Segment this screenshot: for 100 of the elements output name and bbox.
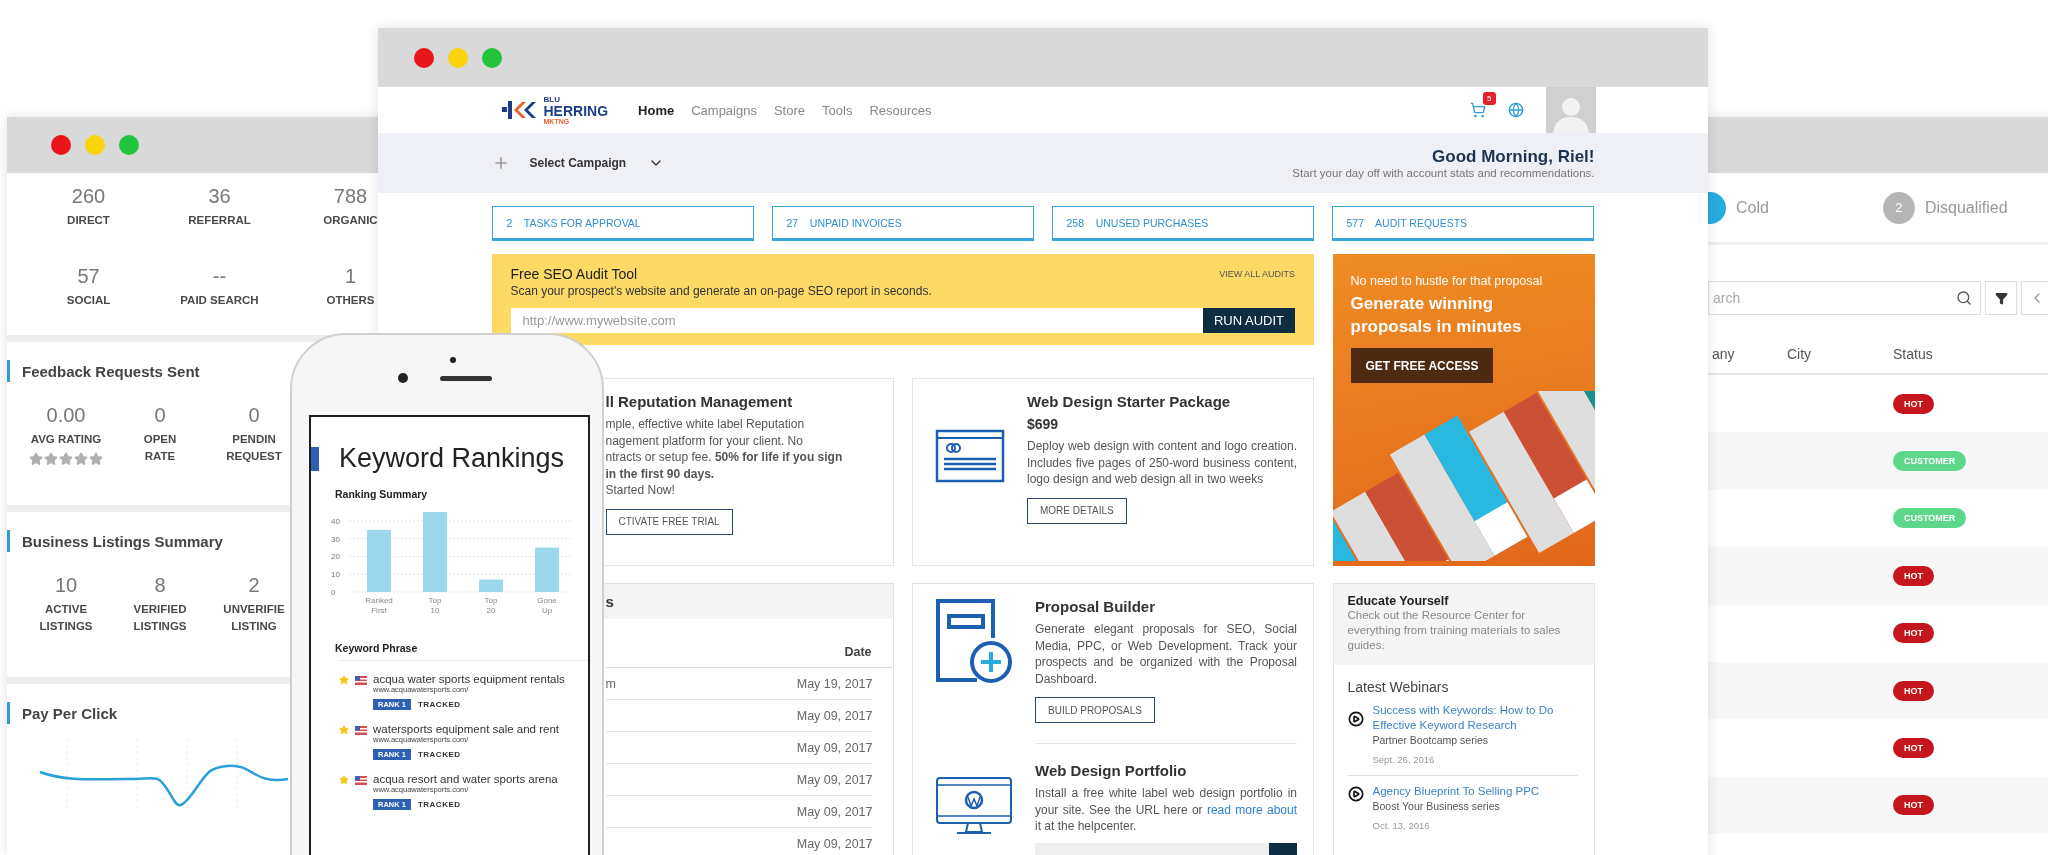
stat-label: VERIFIED LISTINGS xyxy=(133,602,187,634)
more-details-button[interactable]: MORE DETAILS xyxy=(1027,497,1127,524)
build-proposals-button[interactable]: BUILD PROPOSALS xyxy=(1035,697,1155,723)
greeting-subtitle: Start your day off with account stats and recommendations. xyxy=(1292,167,1595,179)
card-title: Web Design Portfolio xyxy=(1035,762,1188,779)
column-header: City xyxy=(1787,346,1813,362)
greeting-title: Good Morning, Riel! xyxy=(1432,147,1595,167)
tracking-status: TRACKED xyxy=(417,750,461,759)
star-icon xyxy=(29,452,43,466)
promo-headline: Generate winning proposals in minutes xyxy=(1349,293,1523,338)
stat-value: 788 xyxy=(333,185,368,208)
axis-tick-label: 30 xyxy=(331,534,340,544)
keyword-phrase: watersports equipment sale and rent xyxy=(373,723,560,735)
stat-button[interactable]: 577 AUDIT REQUESTS xyxy=(1331,206,1594,241)
stat-value: 57 xyxy=(77,265,100,288)
stat-label: DIRECT xyxy=(67,213,110,228)
cart-button[interactable] xyxy=(1469,102,1486,118)
card-description: Generate elegant proposals for SEO, Social Media, PPC, or Web Development. Track your prospects and be organized with the Proposal Dashboard. xyxy=(1035,621,1297,687)
nav-link[interactable]: Tools xyxy=(822,102,853,118)
activate-trial-button[interactable]: CTIVATE FREE TRIAL xyxy=(605,508,733,535)
nav-link[interactable]: Resources xyxy=(869,102,932,118)
panel-title: Business Listings Summary xyxy=(22,532,223,550)
stat-value: 10 xyxy=(54,574,78,597)
window-close-button[interactable] xyxy=(414,47,434,68)
card-title: Web Design Starter Package xyxy=(1027,393,1232,410)
star-icon xyxy=(74,452,88,466)
run-audit-button[interactable]: RUN AUDIT xyxy=(1203,308,1295,333)
chart-bar xyxy=(367,529,391,592)
stat-label: SOCIAL xyxy=(66,293,111,308)
stat-button[interactable]: 2 TASKS FOR APPROVAL xyxy=(491,206,754,241)
table-cell: May 09, 2017 xyxy=(796,740,873,755)
card-description: mple, effective white label Reputation nagement platform for your client. No ntracts or setup fee. 50% for life if you sign in the first 90 days. Started Now! xyxy=(605,416,844,499)
filter-icon xyxy=(1994,291,2008,305)
table-cell: May 09, 2017 xyxy=(796,804,873,819)
stat-value: 1 xyxy=(344,265,357,288)
card-title: Educate Yourself xyxy=(1347,594,1450,608)
stat-label: PAID SEARCH xyxy=(180,293,259,308)
accent-bar xyxy=(7,360,10,382)
stat-value: 2 xyxy=(248,574,260,597)
speaker-icon xyxy=(440,376,492,381)
stat-button[interactable]: 258 UNUSED PURCHASES xyxy=(1051,206,1314,241)
axis-tick-label: 10 xyxy=(331,570,340,580)
status-badge: CUSTOMER xyxy=(1893,508,1967,529)
window-maximize-button[interactable] xyxy=(119,135,139,155)
stage-count-circle: 2 xyxy=(1882,191,1915,224)
brand-prefix: BLU xyxy=(543,95,561,104)
status-badge: HOT xyxy=(1893,795,1934,816)
card-description: Check out the Resource Center for everything from training materials to sales guides. xyxy=(1347,608,1562,653)
panel-title: Pay Per Click xyxy=(22,704,118,722)
webinar-link[interactable]: Agency Blueprint To Selling PPC xyxy=(1372,784,1540,799)
get-access-button[interactable]: GET FREE ACCESS xyxy=(1350,348,1494,383)
card-title: ll Reputation Management xyxy=(605,393,794,410)
nav-link[interactable]: Campaigns xyxy=(691,102,757,118)
stat-value: 36 xyxy=(208,185,231,208)
window-close-button[interactable] xyxy=(51,135,71,155)
filter-button[interactable] xyxy=(1985,281,2018,315)
read-more-link[interactable]: read more about xyxy=(1206,802,1297,817)
stat-label: AVG RATING xyxy=(30,432,102,447)
star-icon xyxy=(339,775,349,785)
play-icon xyxy=(1347,711,1364,727)
price: $699 xyxy=(1027,416,1060,432)
status-badge: HOT xyxy=(1893,565,1934,586)
stage-label: Disqualified xyxy=(1924,198,2008,217)
url-input-field[interactable]: http://www.mywebsite.com xyxy=(510,308,1203,333)
globe-button[interactable] xyxy=(1507,102,1524,118)
panel-title: Free SEO Audit Tool xyxy=(510,266,638,282)
window-minimize-button[interactable] xyxy=(448,47,468,68)
window-maximize-button[interactable] xyxy=(482,47,502,68)
stage-label: Cold xyxy=(1736,198,1769,217)
stat-label: ACTIVE LISTINGS xyxy=(39,602,93,634)
search-field[interactable]: arch xyxy=(1708,281,1982,315)
category-label: Gone Up xyxy=(537,596,557,615)
monitor-icon xyxy=(935,776,1013,836)
flag-icon xyxy=(355,726,367,735)
stat-button[interactable]: 27 UNPAID INVOICES xyxy=(771,206,1034,241)
campaign-select[interactable]: Select Campaign xyxy=(529,155,665,171)
stat-label: UNVERIFIE LISTING xyxy=(223,602,285,634)
tracking-status: TRACKED xyxy=(417,700,461,709)
avatar[interactable] xyxy=(1545,87,1596,133)
stat-value: 0.00 xyxy=(46,404,86,427)
axis-tick-label: 20 xyxy=(331,552,340,562)
window-minimize-button[interactable] xyxy=(85,135,105,155)
category-label: Ranked First xyxy=(365,596,393,615)
stat-label: OTHERS xyxy=(326,293,375,308)
camera-icon xyxy=(398,373,408,383)
stat-label: OPEN RATE xyxy=(143,432,177,464)
status-badge: HOT xyxy=(1893,623,1934,644)
webinar-link[interactable]: Success with Keywords: How to Do Effective Keyword Research xyxy=(1372,703,1578,733)
nav-link[interactable]: Home xyxy=(638,102,675,118)
sensor-dot-icon xyxy=(450,357,456,363)
card-title: Proposal Builder xyxy=(1035,598,1157,615)
column-header: Date xyxy=(605,619,893,668)
nav-link[interactable]: Store xyxy=(773,102,806,118)
star-icon xyxy=(339,675,349,685)
view-all-link[interactable]: VIEW ALL AUDITS xyxy=(1219,269,1295,279)
accent-bar xyxy=(311,446,319,471)
status-badge: CUSTOMER xyxy=(1893,451,1967,472)
webinar-series: Partner Bootcamp series xyxy=(1372,734,1490,746)
stat-label: PENDIN REQUEST xyxy=(226,432,282,464)
section-title: Ranking Summary xyxy=(335,488,429,500)
